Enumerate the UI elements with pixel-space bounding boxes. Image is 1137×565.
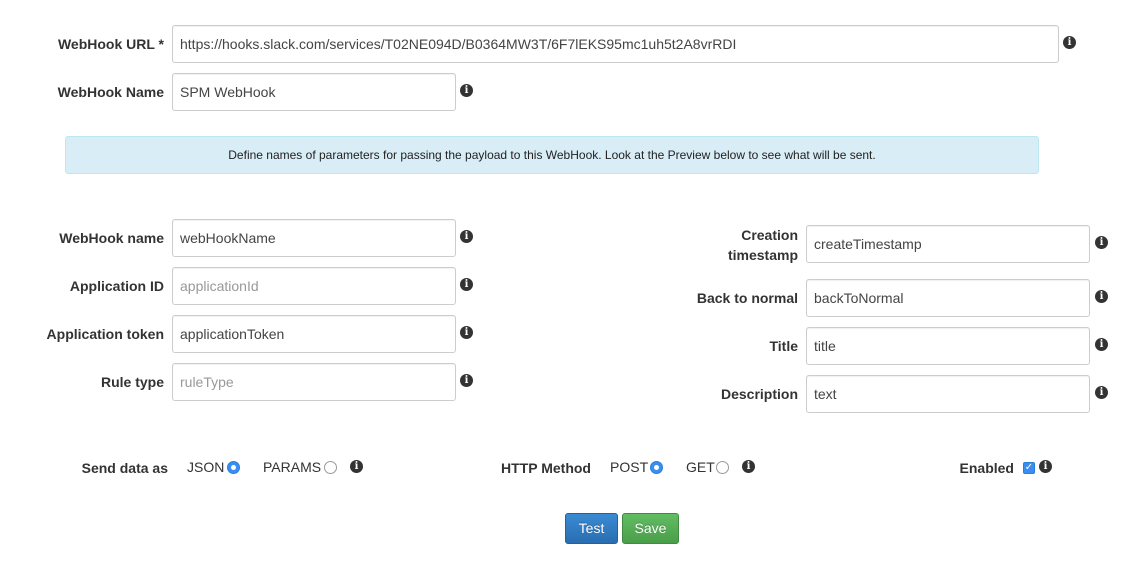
send-params-label[interactable]: PARAMS	[263, 458, 321, 476]
test-button[interactable]: Test	[565, 513, 618, 544]
method-get-label[interactable]: GET	[686, 458, 715, 476]
method-get-radio[interactable]	[716, 461, 729, 474]
info-icon[interactable]: i	[1095, 290, 1108, 303]
param-webhook-name-label: WebHook name	[59, 230, 164, 246]
param-description-label: Description	[720, 386, 798, 402]
send-json-radio[interactable]	[227, 461, 240, 474]
param-creation-timestamp-input[interactable]	[806, 225, 1090, 263]
info-icon[interactable]: i	[742, 460, 755, 473]
info-icon[interactable]: i	[1063, 36, 1076, 49]
http-method-label: HTTP Method	[501, 460, 591, 476]
info-icon[interactable]: i	[350, 460, 363, 473]
info-icon[interactable]: i	[460, 84, 473, 97]
param-title-label: Title	[769, 338, 798, 354]
send-data-as-label: Send data as	[81, 460, 168, 476]
param-rule-type-input[interactable]	[172, 363, 456, 401]
param-creation-timestamp-label: Creation timestamp	[660, 225, 798, 265]
param-back-to-normal-label: Back to normal	[696, 290, 798, 306]
param-application-id-label: Application ID	[69, 278, 164, 294]
info-icon[interactable]: i	[1095, 236, 1108, 249]
info-icon[interactable]: i	[460, 326, 473, 339]
webhook-name-label: WebHook Name	[57, 84, 164, 100]
info-icon[interactable]: i	[460, 374, 473, 387]
webhook-url-input[interactable]	[172, 25, 1059, 63]
param-rule-type-label: Rule type	[100, 374, 164, 390]
payload-info-alert: Define names of parameters for passing t…	[65, 136, 1039, 174]
param-description-input[interactable]	[806, 375, 1090, 413]
creation-label-line1: Creation	[741, 227, 798, 243]
info-icon[interactable]: i	[1095, 338, 1108, 351]
enabled-label: Enabled	[959, 460, 1014, 476]
param-webhook-name-input[interactable]	[172, 219, 456, 257]
info-icon[interactable]: i	[460, 230, 473, 243]
info-icon[interactable]: i	[1095, 386, 1108, 399]
webhook-url-label: WebHook URL *	[57, 36, 164, 52]
param-back-to-normal-input[interactable]	[806, 279, 1090, 317]
enabled-checkbox[interactable]: ✓	[1023, 462, 1035, 474]
creation-label-line2: timestamp	[727, 247, 798, 263]
save-button[interactable]: Save	[622, 513, 679, 544]
param-application-token-input[interactable]	[172, 315, 456, 353]
send-json-label[interactable]: JSON	[187, 458, 224, 476]
param-title-input[interactable]	[806, 327, 1090, 365]
param-application-id-input[interactable]	[172, 267, 456, 305]
send-params-radio[interactable]	[324, 461, 337, 474]
method-post-radio[interactable]	[650, 461, 663, 474]
webhook-name-input[interactable]	[172, 73, 456, 111]
info-icon[interactable]: i	[1039, 460, 1052, 473]
method-post-label[interactable]: POST	[610, 458, 648, 476]
webhook-form: WebHook URL * i WebHook Name i Define na…	[0, 0, 1137, 565]
param-application-token-label: Application token	[46, 326, 164, 342]
info-icon[interactable]: i	[460, 278, 473, 291]
